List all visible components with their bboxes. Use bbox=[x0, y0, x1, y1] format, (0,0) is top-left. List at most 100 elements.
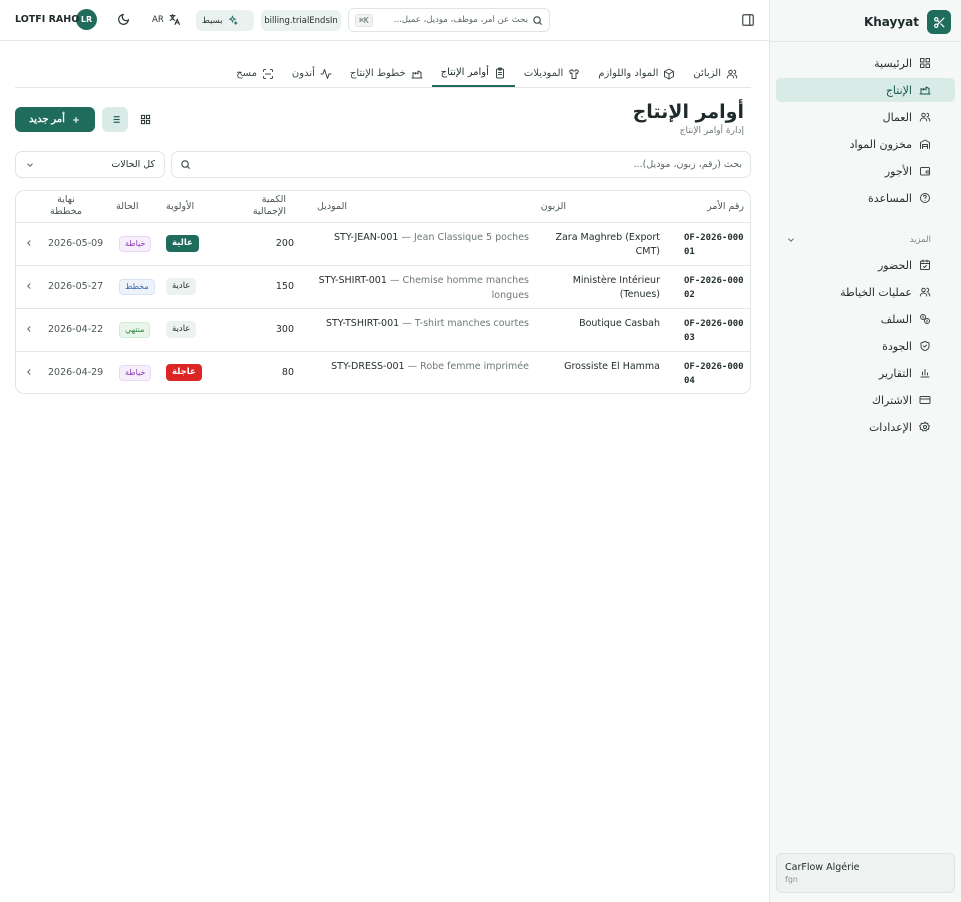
coins-icon bbox=[919, 313, 931, 325]
billing-badge[interactable]: billing.trialEndsIn bbox=[261, 10, 341, 31]
shield-check-icon bbox=[919, 340, 931, 352]
table-header: رقم الأمر الزبون الموديل الكمية الإجمالي… bbox=[16, 191, 750, 223]
language-switcher[interactable]: AR bbox=[152, 13, 181, 26]
sidebar-item[interactable]: الحضور bbox=[776, 253, 955, 277]
sidebar-item[interactable]: الأجور bbox=[776, 159, 955, 183]
sidebar-more-toggle[interactable]: المزيد bbox=[776, 232, 955, 248]
tab[interactable]: المواد واللوازم bbox=[589, 60, 684, 87]
table-row[interactable]: OF-2026-00001 Zara Maghreb (Export CMT) ST… bbox=[16, 223, 750, 266]
status-badge: خياطة bbox=[119, 365, 152, 381]
grid-icon bbox=[140, 114, 150, 125]
model-separator: — bbox=[404, 361, 421, 372]
sidebar-item[interactable]: الاشتراك bbox=[776, 388, 955, 412]
new-order-button[interactable]: أمر جديد bbox=[15, 107, 95, 132]
client-name: Grossiste El Hamma bbox=[564, 361, 660, 372]
order-number[interactable]: OF-2026-00001 bbox=[684, 231, 744, 259]
chevron-left-icon[interactable] bbox=[24, 366, 34, 378]
total-quantity: 200 bbox=[275, 238, 294, 249]
moon-icon[interactable] bbox=[117, 13, 130, 26]
bar-chart-icon bbox=[919, 367, 931, 379]
package-icon bbox=[663, 68, 675, 80]
billing-label: billing.trialEndsIn bbox=[264, 15, 338, 26]
sidebar-item[interactable]: مخزون المواد bbox=[776, 132, 955, 156]
chevron-left-icon[interactable] bbox=[24, 323, 34, 335]
user-name[interactable]: LOTFI RAHO bbox=[15, 14, 79, 25]
chevron-left-icon[interactable] bbox=[24, 237, 34, 249]
order-number[interactable]: OF-2026-00004 bbox=[684, 360, 744, 388]
model-name: T-shirt manches courtes bbox=[414, 318, 529, 329]
org-switcher[interactable]: CarFlow Algérie fgn bbox=[776, 853, 955, 893]
col-model[interactable]: الموديل bbox=[317, 201, 347, 213]
sidebar-item-label: العمال bbox=[882, 110, 912, 124]
table-row[interactable]: OF-2026-00003 Boutique Casbah STY-TSHIRT-0… bbox=[16, 309, 750, 352]
table-row[interactable]: OF-2026-00002 Ministère Intérieur (Tenues… bbox=[16, 266, 750, 309]
tab[interactable]: أوامر الإنتاج bbox=[431, 60, 515, 87]
chevron-left-icon[interactable] bbox=[24, 280, 34, 292]
model-separator: — bbox=[398, 232, 414, 243]
sidebar-item[interactable]: التقارير bbox=[776, 361, 955, 385]
module-tabs: الزبائن المواد واللوازم الموديلات أوامر الإ… bbox=[15, 60, 751, 88]
table-row[interactable]: OF-2026-00004 Grossiste El Hamma STY-DRESS… bbox=[16, 352, 750, 393]
col-end[interactable]: نهاية مخططة bbox=[46, 194, 86, 218]
scan-icon bbox=[262, 68, 274, 80]
sidebar-item[interactable]: العمال bbox=[776, 105, 955, 129]
grid-view-button[interactable] bbox=[132, 107, 158, 132]
status-badge: خياطة bbox=[119, 236, 152, 252]
status-filter-select[interactable]: كل الحالات bbox=[15, 151, 165, 178]
status-cell: خياطة bbox=[119, 236, 152, 252]
global-search-input[interactable]: بحث عن أمر، موظف، موديل، عميل... bbox=[377, 15, 528, 25]
sidebar-toggle-icon[interactable] bbox=[741, 13, 755, 27]
orders-table: رقم الأمر الزبون الموديل الكمية الإجمالي… bbox=[15, 190, 751, 394]
sidebar-item[interactable]: الإنتاج bbox=[776, 78, 955, 102]
col-order[interactable]: رقم الأمر bbox=[707, 201, 744, 213]
tab-label: الموديلات bbox=[523, 68, 564, 79]
sidebar-item[interactable]: السلف bbox=[776, 307, 955, 331]
sidebar-item[interactable]: المساعدة bbox=[776, 186, 955, 210]
org-sub: fgn bbox=[785, 875, 798, 884]
brand[interactable]: Khayyat bbox=[780, 9, 951, 35]
priority-badge: عاجلة bbox=[166, 364, 202, 381]
global-search[interactable]: ⌘K بحث عن أمر، موظف، موديل، عميل... bbox=[348, 8, 550, 32]
sidebar-item-label: عمليات الخياطة bbox=[840, 285, 912, 299]
model-code: STY-DRESS-001 bbox=[331, 361, 405, 372]
activity-icon bbox=[320, 68, 332, 80]
warehouse-icon bbox=[919, 138, 931, 150]
mode-toggle[interactable]: بسيط bbox=[196, 10, 254, 31]
dashboard-icon bbox=[919, 57, 931, 69]
tab-label: الزبائن bbox=[693, 68, 721, 79]
orders-search[interactable]: بحث (رقم، زبون، موديل)... bbox=[171, 151, 751, 178]
tab[interactable]: أندون bbox=[283, 60, 341, 87]
sidebar-item[interactable]: الجودة bbox=[776, 334, 955, 358]
chevron-down-icon bbox=[27, 162, 33, 167]
tab[interactable]: مسح bbox=[227, 60, 283, 87]
tab-label: مسح bbox=[236, 68, 257, 79]
order-number[interactable]: OF-2026-00002 bbox=[684, 274, 744, 302]
total-quantity: 150 bbox=[275, 281, 294, 292]
tab[interactable]: خطوط الإنتاج bbox=[341, 60, 432, 87]
search-icon bbox=[181, 160, 191, 170]
list-view-button[interactable] bbox=[102, 107, 128, 132]
model-separator: — bbox=[386, 275, 403, 286]
sidebar-item-label: الإعدادات bbox=[868, 420, 912, 434]
col-status[interactable]: الحالة bbox=[116, 201, 139, 213]
org-name: CarFlow Algérie bbox=[785, 862, 860, 873]
col-client[interactable]: الزبون bbox=[541, 201, 566, 213]
sidebar-item[interactable]: عمليات الخياطة bbox=[776, 280, 955, 304]
tab[interactable]: الزبائن bbox=[684, 60, 747, 87]
factory-icon bbox=[919, 84, 931, 96]
status-filter-value: كل الحالات bbox=[111, 159, 155, 170]
orders-search-input[interactable]: بحث (رقم، زبون، موديل)... bbox=[197, 159, 742, 170]
sidebar: Khayyat الرئيسية الإنتاج العمال مخزون الموا… bbox=[769, 0, 961, 902]
status-cell: منتهي bbox=[119, 322, 151, 338]
scissors-icon bbox=[927, 10, 951, 34]
sidebar-item-label: مخزون المواد bbox=[849, 137, 912, 151]
tab[interactable]: الموديلات bbox=[515, 60, 589, 87]
page-title: أوامر الإنتاج bbox=[632, 101, 744, 123]
model-code: STY-SHIRT-001 bbox=[318, 275, 387, 286]
sidebar-item-label: التقارير bbox=[878, 366, 912, 380]
col-qty[interactable]: الكمية الإجمالية bbox=[244, 194, 286, 218]
col-priority[interactable]: الأولوية bbox=[166, 201, 194, 213]
order-number[interactable]: OF-2026-00003 bbox=[684, 317, 744, 345]
sidebar-item[interactable]: الإعدادات bbox=[776, 415, 955, 439]
sidebar-item[interactable]: الرئيسية bbox=[776, 51, 955, 75]
